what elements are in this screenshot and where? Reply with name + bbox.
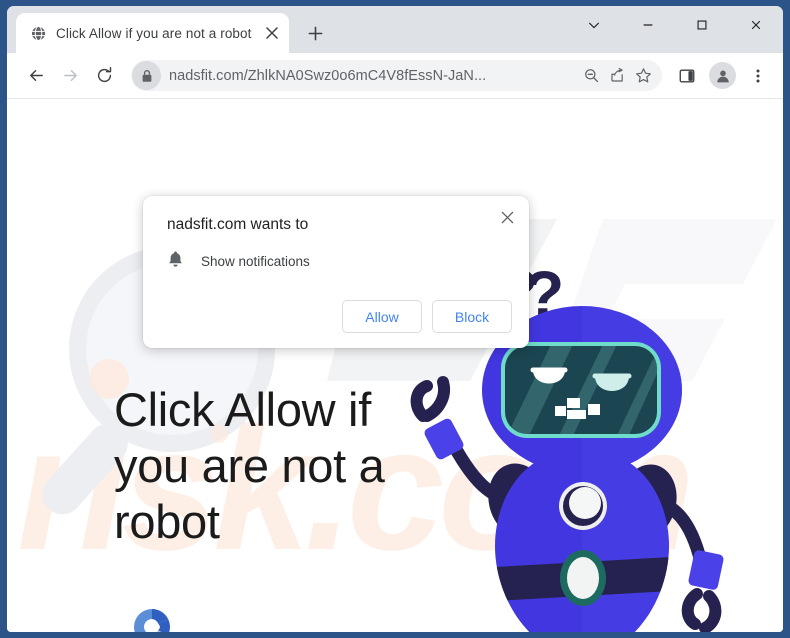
- browser-tab[interactable]: Click Allow if you are not a robot: [16, 13, 289, 53]
- dialog-actions: Allow Block: [342, 300, 512, 333]
- share-icon[interactable]: [604, 63, 630, 89]
- globe-icon: [30, 25, 47, 42]
- star-icon[interactable]: [630, 63, 656, 89]
- back-arrow-icon[interactable]: [21, 61, 51, 91]
- browser-window-inner: Click Allow if you are not a robot nadsf…: [7, 6, 783, 632]
- page-content: risk.com ? Click Allow if you are not a …: [7, 99, 783, 632]
- tab-close-icon[interactable]: [261, 22, 283, 44]
- maximize-button[interactable]: [675, 6, 729, 44]
- browser-window: Click Allow if you are not a robot nadsf…: [0, 0, 790, 638]
- captcha-badge: E-CAPTCHA: [117, 605, 187, 632]
- block-button[interactable]: Block: [432, 300, 512, 333]
- browser-toolbar: nadsfit.com/ZhlkNA0Swz0o6mC4V8fEssN-JaN.…: [7, 53, 783, 99]
- window-controls: [567, 6, 783, 53]
- reload-icon[interactable]: [89, 61, 119, 91]
- three-dot-menu-icon[interactable]: [743, 61, 773, 91]
- captcha-c-icon: [134, 609, 170, 632]
- svg-text:?: ?: [524, 257, 564, 331]
- url-text[interactable]: nadsfit.com/ZhlkNA0Swz0o6mC4V8fEssN-JaN.…: [161, 68, 578, 84]
- side-panel-icon[interactable]: [672, 61, 702, 91]
- dialog-permission-row: Show notifications: [167, 250, 310, 273]
- notification-permission-dialog: nadsfit.com wants to Show notifications …: [143, 196, 529, 348]
- dialog-title: nadsfit.com wants to: [167, 216, 309, 233]
- tab-title: Click Allow if you are not a robot: [56, 25, 252, 41]
- minimize-button[interactable]: [621, 6, 675, 44]
- address-bar[interactable]: nadsfit.com/ZhlkNA0Swz0o6mC4V8fEssN-JaN.…: [131, 60, 662, 91]
- bell-icon: [167, 250, 184, 273]
- new-tab-button[interactable]: [301, 18, 331, 48]
- dialog-permission-label: Show notifications: [201, 254, 310, 269]
- lock-icon[interactable]: [132, 61, 161, 90]
- zoom-out-icon[interactable]: [578, 63, 604, 89]
- allow-button[interactable]: Allow: [342, 300, 422, 333]
- forward-arrow-icon[interactable]: [55, 61, 85, 91]
- close-button[interactable]: [729, 6, 783, 44]
- tab-strip: Click Allow if you are not a robot: [7, 6, 783, 53]
- page-title: Click Allow if you are not a robot: [114, 383, 385, 548]
- chevron-down-button[interactable]: [567, 6, 621, 44]
- dialog-close-icon[interactable]: [494, 204, 520, 230]
- profile-avatar-icon[interactable]: [709, 62, 736, 89]
